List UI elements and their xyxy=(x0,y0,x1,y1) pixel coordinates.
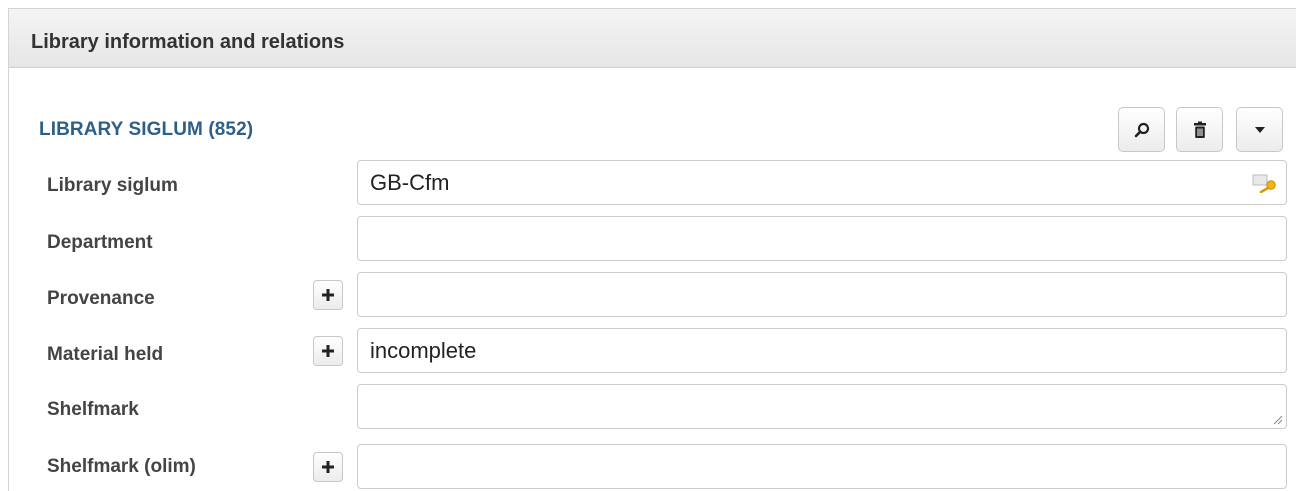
library-siglum-input[interactable]: GB-Cfm xyxy=(357,160,1287,205)
plus-icon xyxy=(322,345,334,357)
caret-down-icon xyxy=(1254,126,1265,133)
department-label: Department xyxy=(47,232,153,253)
trash-icon xyxy=(1193,121,1206,138)
library-siglum-label: Library siglum xyxy=(47,175,178,196)
shelfmark-label: Shelfmark xyxy=(47,399,139,420)
key-lookup-icon[interactable] xyxy=(1252,173,1278,193)
panel-header[interactable]: Library information and relations xyxy=(9,9,1296,68)
plus-icon xyxy=(322,461,334,473)
material-held-value: incomplete xyxy=(370,338,477,363)
add-provenance-button[interactable] xyxy=(313,280,343,310)
provenance-label: Provenance xyxy=(47,288,155,309)
plus-icon xyxy=(322,289,334,301)
department-input[interactable] xyxy=(357,216,1287,261)
material-held-label: Material held xyxy=(47,344,164,365)
panel-title: Library information and relations xyxy=(31,31,345,53)
resize-handle-icon[interactable] xyxy=(1273,415,1283,425)
provenance-input[interactable] xyxy=(357,272,1287,317)
section-title: LIBRARY SIGLUM (852) xyxy=(39,119,254,140)
shelfmark-textarea[interactable] xyxy=(357,384,1287,429)
material-held-input[interactable]: incomplete xyxy=(357,328,1287,373)
menu-button[interactable] xyxy=(1236,107,1283,152)
add-material-held-button[interactable] xyxy=(313,336,343,366)
add-shelfmark-olim-button[interactable] xyxy=(313,452,343,482)
search-button[interactable] xyxy=(1118,107,1165,152)
library-info-panel: Library information and relations LIBRAR… xyxy=(8,8,1296,491)
magnifier-icon xyxy=(1134,122,1149,137)
shelfmark-olim-input[interactable] xyxy=(357,444,1287,489)
library-siglum-value: GB-Cfm xyxy=(370,170,450,195)
delete-button[interactable] xyxy=(1176,107,1223,152)
shelfmark-olim-label: Shelfmark (olim) xyxy=(47,456,196,477)
